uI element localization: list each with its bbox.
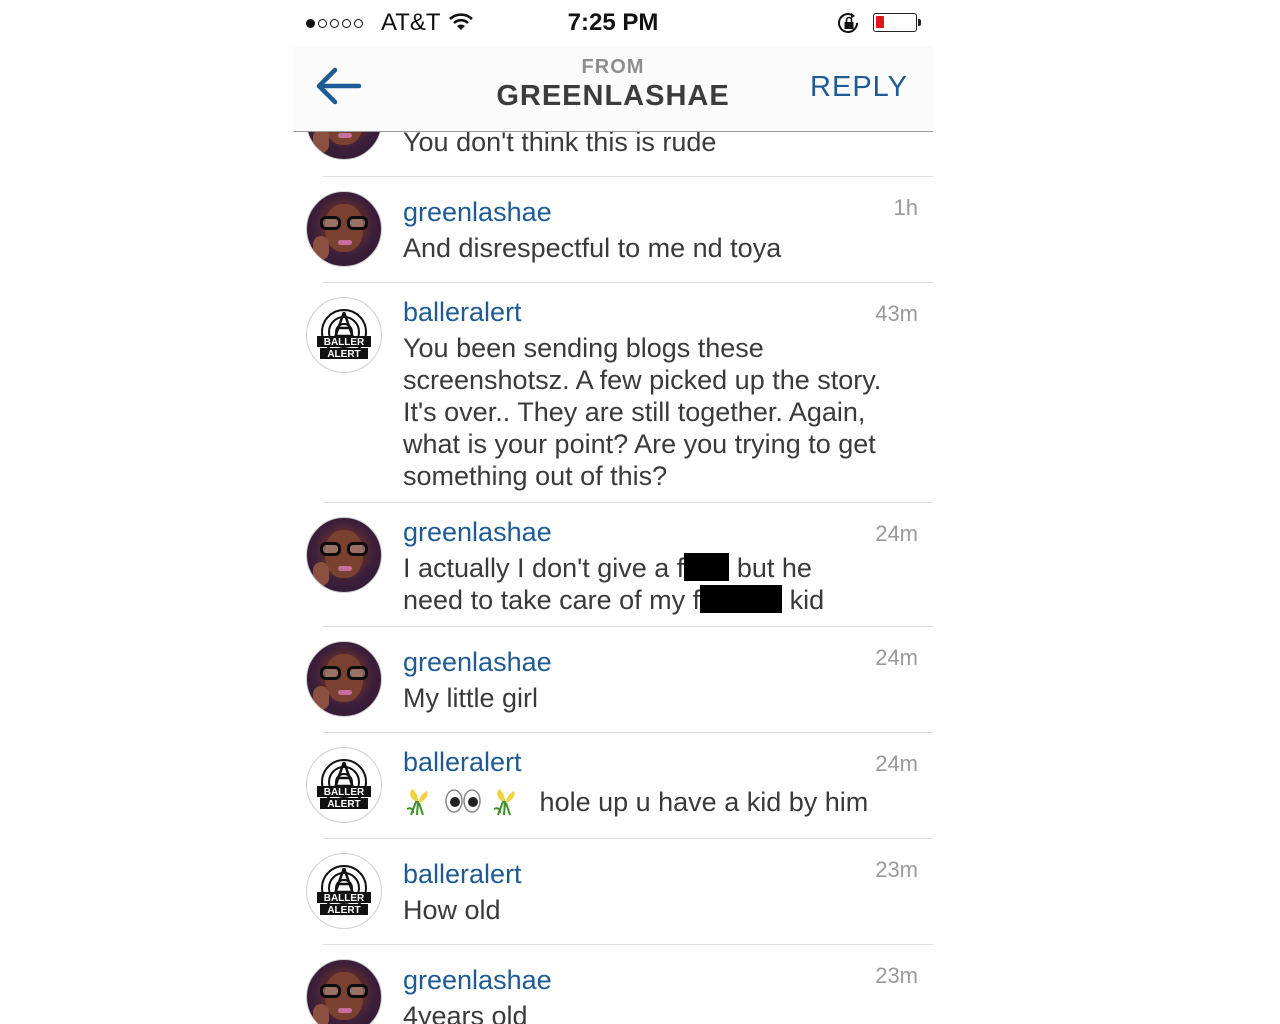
list-item[interactable]: BALLER ALERT balleralert 43m You been se… (293, 283, 933, 502)
list-item[interactable]: greenlashae 1h And disrespectful to me n… (293, 177, 933, 282)
message-username[interactable]: greenlashae (403, 517, 552, 548)
redaction-bar (700, 585, 783, 613)
message-username[interactable]: balleralert (403, 297, 522, 328)
message-text: How old (403, 895, 501, 925)
battery-icon (873, 13, 917, 32)
message-text-part: hole up u have a kid by him (539, 787, 869, 817)
logo-text-line2: ALERT (327, 905, 360, 916)
message-time: 24m (875, 751, 918, 776)
message-text: And disrespectful to me nd toya (403, 233, 782, 263)
message-text: 4years old (403, 1001, 528, 1024)
baller-alert-logo-icon: BALLER ALERT (317, 309, 371, 360)
rotation-lock-icon (838, 13, 858, 33)
message-text: I actually I don't give a f but he need … (403, 552, 903, 616)
status-bar: AT&T 7:25 PM (293, 0, 933, 46)
battery-level-fill (876, 16, 884, 28)
message-username[interactable]: balleralert (403, 859, 522, 890)
reply-button[interactable]: REPLY (810, 71, 908, 104)
baller-alert-logo-icon: BALLER ALERT (317, 865, 371, 916)
list-item[interactable]: greenlashae 24m My little girl (293, 627, 933, 732)
message-username[interactable]: greenlashae (403, 197, 552, 228)
message-text-part: kid (782, 585, 825, 615)
message-text: hole up u have a kid by him (403, 785, 903, 818)
message-time: 24m (875, 521, 918, 546)
message-text: My little girl (403, 683, 539, 713)
message-time: 1h (893, 195, 918, 220)
redaction-bar (684, 553, 730, 581)
flower-emoji-icon (406, 789, 428, 816)
list-item[interactable]: BALLER ALERT balleralert 23m How old (293, 839, 933, 944)
message-text-part: need to take care of my f (403, 585, 701, 615)
logo-text-line2: ALERT (327, 349, 360, 360)
avatar[interactable] (306, 641, 382, 717)
message-time: 43m (875, 301, 918, 326)
avatar[interactable] (306, 191, 382, 267)
logo-text-line1: BALLER (324, 787, 365, 798)
avatar[interactable]: BALLER ALERT (306, 297, 382, 373)
message-text-part: I actually I don't give a f (403, 553, 685, 583)
avatar[interactable] (306, 517, 382, 593)
flower-emoji-icon (493, 789, 515, 816)
navigation-bar: FROM GREENLASHAE REPLY (293, 46, 933, 132)
message-username[interactable]: greenlashae (403, 965, 552, 996)
logo-text-line2: ALERT (327, 799, 360, 810)
avatar[interactable]: BALLER ALERT (306, 747, 382, 823)
phone-screen: AT&T 7:25 PM FROM GREENLASHAE REPLY You … (293, 0, 933, 1024)
message-text: You been sending blogs these screenshots… (403, 333, 882, 491)
message-time: 23m (875, 963, 918, 988)
message-time: 24m (875, 645, 918, 670)
message-username[interactable]: greenlashae (403, 647, 552, 678)
message-text-part: but he (729, 553, 812, 583)
message-username[interactable]: balleralert (403, 747, 522, 778)
battery-terminal (918, 19, 921, 26)
avatar[interactable]: BALLER ALERT (306, 853, 382, 929)
logo-text-line1: BALLER (324, 893, 365, 904)
logo-text-line1: BALLER (324, 337, 365, 348)
baller-alert-logo-icon: BALLER ALERT (317, 759, 371, 810)
list-item[interactable]: greenlashae 24m I actually I don't give … (293, 503, 933, 626)
avatar[interactable] (306, 959, 382, 1024)
message-time: 23m (875, 857, 918, 882)
eyes-emoji-icon (444, 789, 481, 813)
list-item[interactable]: BALLER ALERT balleralert 24m hole up u h… (293, 733, 933, 838)
list-item[interactable]: greenlashae 23m 4years old (293, 945, 933, 1024)
